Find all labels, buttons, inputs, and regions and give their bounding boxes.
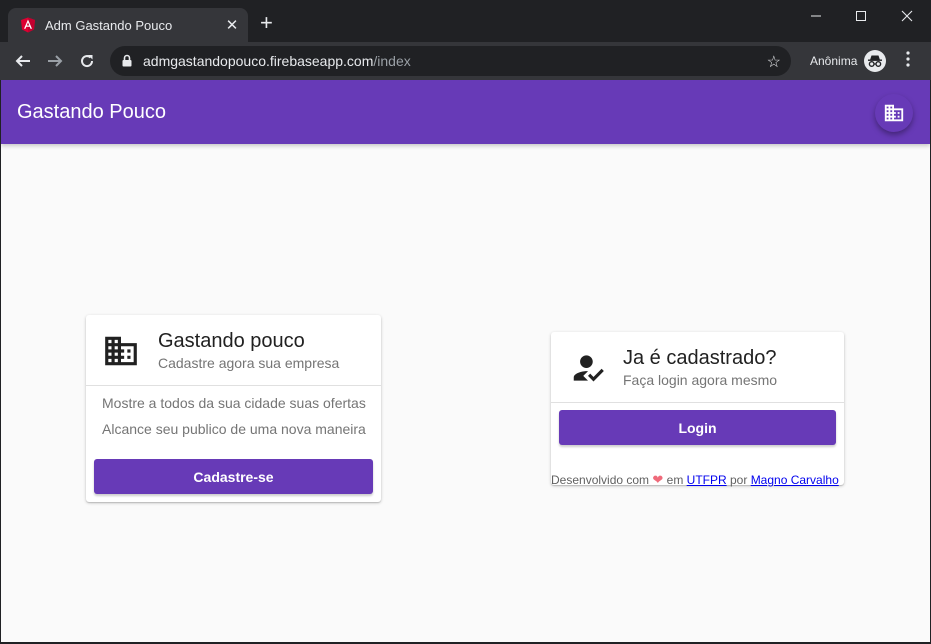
login-card-title: Ja é cadastrado? — [623, 347, 777, 369]
incognito-icon[interactable] — [864, 50, 886, 72]
url-path: /index — [373, 53, 411, 69]
window-close-icon[interactable] — [884, 0, 930, 32]
profile-label[interactable]: Anônima — [810, 54, 857, 68]
login-card-header: Ja é cadastrado? Faça login agora mesmo — [551, 332, 844, 402]
lock-icon — [122, 54, 132, 67]
author-link[interactable]: Magno Carvalho — [751, 473, 839, 487]
new-tab-button[interactable]: + — [260, 12, 273, 34]
login-button[interactable]: Login — [559, 410, 836, 445]
login-card: Ja é cadastrado? Faça login agora mesmo … — [551, 332, 844, 485]
footer-prefix: Desenvolvido com — [551, 473, 650, 487]
forward-icon[interactable] — [44, 50, 66, 72]
app-title: Gastando Pouco — [17, 101, 166, 123]
minimize-icon[interactable] — [793, 0, 839, 32]
register-button[interactable]: Cadastre-se — [94, 459, 373, 494]
footer-credit: Desenvolvido com ❤ em UTFPR por Magno Ca… — [551, 472, 839, 488]
url-host: admgastandopouco.firebaseapp.com — [143, 53, 374, 69]
angular-favicon — [21, 17, 35, 33]
register-line-1: Mostre a todos da sua cidade suas oferta… — [102, 395, 366, 411]
register-card: Gastando pouco Cadastre agora sua empres… — [86, 315, 381, 502]
divider — [86, 385, 381, 386]
business-fab-button[interactable] — [875, 94, 913, 132]
page-content: Gastando Pouco Gastando pouco Cadastre a… — [1, 80, 930, 642]
back-icon[interactable] — [12, 50, 34, 72]
star-icon[interactable]: ☆ — [767, 52, 781, 72]
browser-tab[interactable]: Adm Gastando Pouco ✕ — [8, 8, 248, 42]
address-bar[interactable]: admgastandopouco.firebaseapp.com/index ☆ — [110, 46, 791, 76]
register-line-2: Alcance seu publico de uma nova maneira — [102, 421, 366, 437]
close-icon[interactable]: ✕ — [222, 16, 242, 34]
register-card-subtitle: Cadastre agora sua empresa — [158, 355, 340, 371]
tab-title: Adm Gastando Pouco — [45, 17, 173, 33]
reload-icon[interactable] — [76, 50, 98, 72]
heart-icon: ❤ — [652, 472, 664, 487]
register-card-title: Gastando pouco — [158, 330, 305, 352]
register-card-header: Gastando pouco Cadastre agora sua empres… — [86, 315, 381, 385]
app-toolbar: Gastando Pouco — [1, 80, 930, 144]
how-to-reg-icon — [573, 355, 604, 382]
utfpr-link[interactable]: UTFPR — [687, 473, 727, 487]
maximize-icon[interactable] — [838, 0, 884, 32]
business-icon — [105, 336, 137, 366]
browser-toolbar: admgastandopouco.firebaseapp.com/index ☆… — [0, 42, 931, 80]
divider — [551, 402, 844, 403]
url-text: admgastandopouco.firebaseapp.com/index — [143, 53, 411, 69]
business-icon — [884, 104, 904, 122]
login-card-subtitle: Faça login agora mesmo — [623, 372, 778, 388]
browser-tabstrip: Adm Gastando Pouco ✕ + — [0, 0, 931, 42]
footer-by: por — [730, 473, 748, 487]
footer-in: em — [666, 473, 684, 487]
menu-icon[interactable] — [900, 51, 916, 67]
